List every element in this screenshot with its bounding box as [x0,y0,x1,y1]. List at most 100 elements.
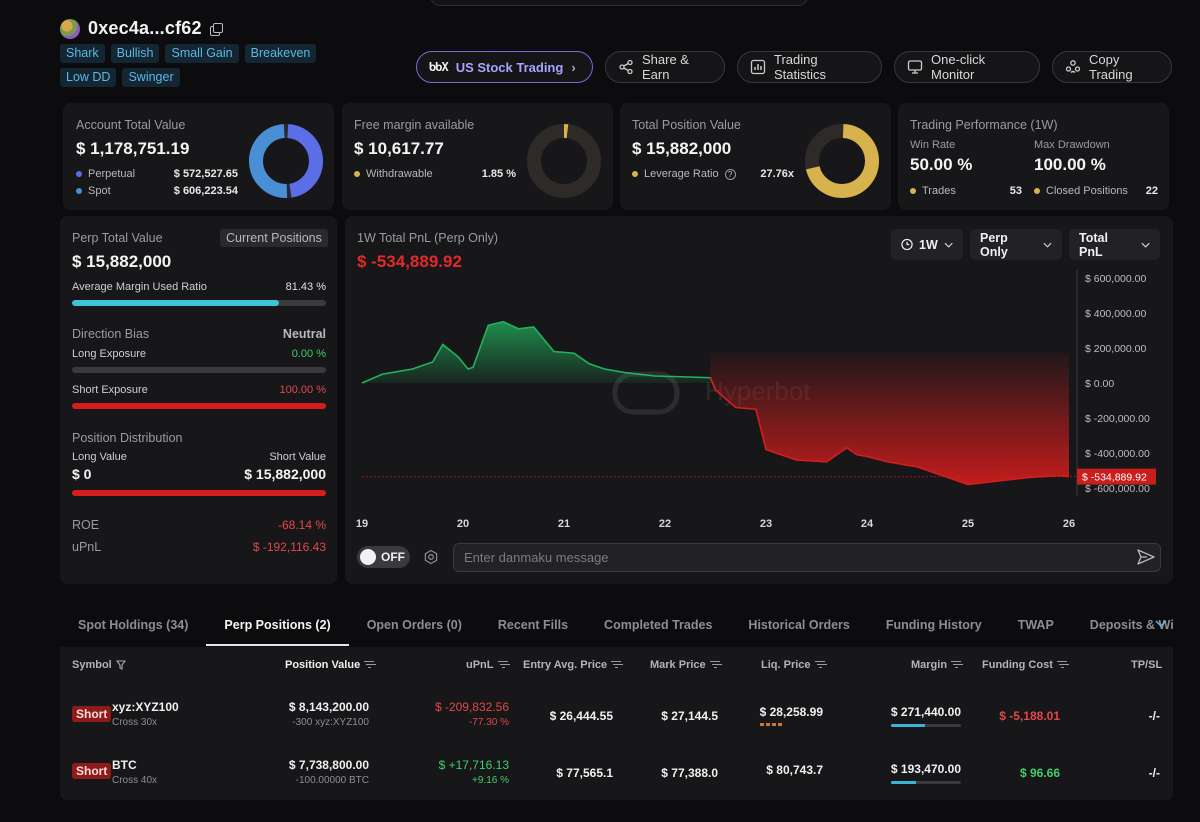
monitor-icon [907,60,923,74]
tab-open-orders[interactable]: Open Orders (0) [349,608,480,646]
withdrawable-dot [354,171,360,177]
users-icon [1065,60,1081,73]
tab-spot-holdings[interactable]: Spot Holdings (34) [60,608,206,646]
tag: Bullish [110,44,160,63]
perp-legend-dot [76,171,82,177]
account-total-value: $ 1,178,751.19 [76,139,190,158]
brand-logo-icon: ხხX [429,60,449,74]
one-click-monitor-label: One-click Monitor [931,52,986,82]
tab-historical-orders[interactable]: Historical Orders [730,608,867,646]
positions-tabs: Spot Holdings (34) Perp Positions (2) Op… [60,608,1173,646]
account-total-title: Account Total Value [76,118,186,132]
leverage-value: 27.76x [760,168,794,180]
danmaku-placeholder: Enter danmaku message [464,550,609,565]
danmaku-input[interactable]: Enter danmaku message [453,543,1161,572]
symbol-name[interactable]: BTC [112,758,137,772]
x-tick-label: 22 [659,518,671,530]
margin-value: $ 193,470.00 [890,762,961,776]
sort-icon[interactable] [497,661,508,669]
share-icon [619,59,633,75]
symbol-name[interactable]: xyz:XYZ100 [112,700,179,714]
copy-icon[interactable] [209,22,223,36]
tag: Small Gain [165,44,239,63]
header-margin[interactable]: Margin [911,659,962,671]
upnl-percent: -77.30 % [468,717,509,728]
tab-perp-positions[interactable]: Perp Positions (2) [206,608,349,646]
one-click-monitor-button[interactable]: One-click Monitor [894,51,1040,83]
spot-legend-dot [76,188,82,194]
chevron-down-icon[interactable] [1155,620,1167,628]
donut-segment [249,124,288,198]
tab-completed-trades[interactable]: Completed Trades [586,608,730,646]
metric-dropdown[interactable]: Total PnL [1069,229,1160,260]
margin-ratio-value: 81.43 % [285,281,326,293]
header-symbol[interactable]: Symbol [72,659,126,671]
header-funding-cost[interactable]: Funding Cost [982,659,1067,671]
sort-icon[interactable] [951,661,962,669]
info-icon[interactable]: ? [724,168,736,180]
share-earn-button[interactable]: Share & Earn [605,51,725,83]
header-mark-price[interactable]: Mark Price [650,659,720,671]
sort-icon[interactable] [611,661,622,669]
header-position-value[interactable]: Position Value [285,659,375,671]
trading-statistics-button[interactable]: Trading Statistics [737,51,882,83]
avatar [60,18,80,39]
period-dropdown[interactable]: 1W [891,229,963,260]
us-stock-trading-label: US Stock Trading [455,59,564,75]
scope-dropdown[interactable]: Perp Only [970,229,1062,260]
tag: Breakeven [244,44,317,63]
header-liq-price[interactable]: Liq. Price [761,659,825,671]
settings-icon[interactable] [423,549,439,565]
closed-positions-label: Closed Positions [1046,185,1128,197]
bar-chart-icon [750,59,766,75]
address-row: 0xec4a...cf62 [60,18,223,39]
closed-positions-value: 22 [1145,185,1158,197]
scope-value: Perp Only [980,230,1008,259]
send-icon[interactable] [1137,549,1155,565]
top-search-pill[interactable] [430,0,808,6]
tpsl-value[interactable]: -/- [1130,766,1160,780]
perp-total-value: $ 15,882,000 [72,252,172,271]
perp-label: Perpetual [88,168,136,180]
closed-positions-row: Closed Positions [1034,185,1128,197]
margin-usage-bar [891,781,961,784]
sort-icon[interactable] [709,661,720,669]
entry-price: $ 26,444.55 [549,709,613,723]
funding-cost: $ -5,188.01 [999,709,1060,723]
y-tick-label: $ -200,000.00 [1085,413,1150,425]
total-position-title: Total Position Value [632,118,741,132]
copy-trading-button[interactable]: Copy Trading [1052,51,1172,83]
sort-icon[interactable] [814,661,825,669]
danmaku-toggle[interactable]: OFF [357,546,410,568]
header-upnl[interactable]: uPnL [466,659,508,671]
max-drawdown-label: Max Drawdown [1034,139,1110,151]
performance-title: Trading Performance (1W) [910,118,1058,132]
tab-funding-history[interactable]: Funding History [868,608,1000,646]
upnl-value: $ +17,716.13 [438,758,509,772]
tab-recent-fills[interactable]: Recent Fills [480,608,586,646]
mark-price: $ 77,388.0 [661,766,718,780]
header-entry-price[interactable]: Entry Avg. Price [523,659,622,671]
donut-track [527,124,601,198]
tpsl-value[interactable]: -/- [1130,709,1160,723]
short-exposure-label: Short Exposure [72,384,148,396]
sort-icon[interactable] [1056,661,1067,669]
funding-cost: $ 96.66 [1019,766,1060,780]
position-value: $ 7,738,800.00 [288,758,369,772]
trades-dot [910,188,916,194]
current-positions-badge[interactable]: Current Positions [220,229,328,247]
us-stock-trading-button[interactable]: ხხX US Stock Trading › [416,51,593,83]
roe-value: -68.14 % [277,518,326,532]
leverage-mode: Cross 40x [112,775,158,786]
perpetual-row: Perpetual [76,168,135,180]
filter-icon[interactable] [115,660,126,670]
win-rate-value: 50.00 % [910,155,973,174]
x-tick-label: 23 [760,518,772,530]
free-margin-donut [527,124,601,198]
withdrawable-row: Withdrawable [354,168,433,180]
upnl-value: $ -192,116.43 [252,540,326,554]
toggle-knob [360,549,376,565]
tab-twap[interactable]: TWAP [1000,608,1072,646]
sort-icon[interactable] [364,661,375,669]
x-tick-label: 25 [962,518,974,530]
